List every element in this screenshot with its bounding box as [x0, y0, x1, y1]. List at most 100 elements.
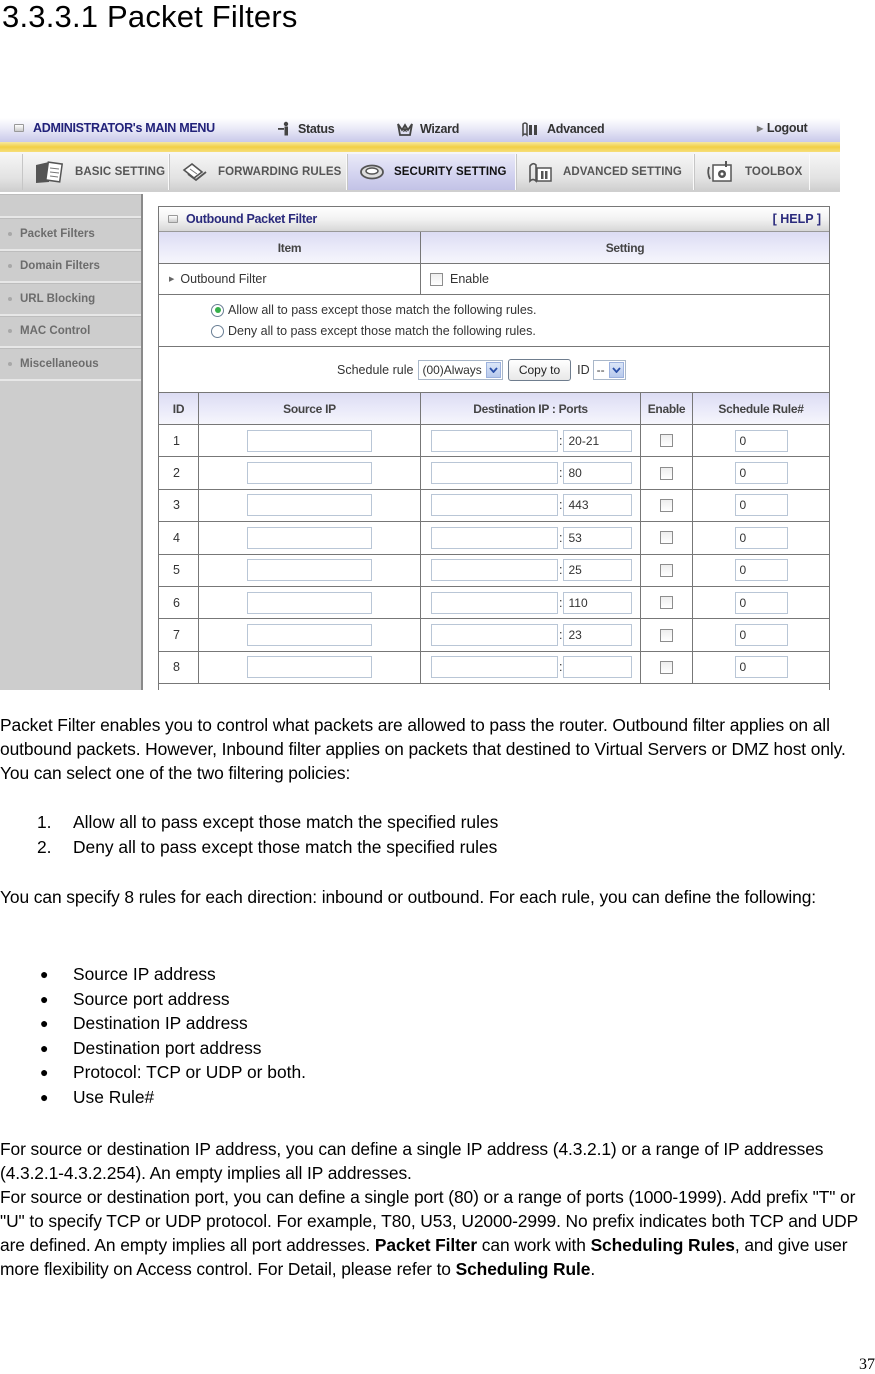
- policy-deny-radio[interactable]: [211, 324, 224, 338]
- port-separator: :: [559, 660, 563, 675]
- col-schedule: Schedule Rule#: [692, 393, 829, 424]
- col-setting: Setting: [420, 232, 829, 263]
- bullet-icon: ●: [40, 1039, 49, 1056]
- tab-basic-setting[interactable]: BASIC SETTING: [22, 154, 169, 190]
- bullet-icon: ●: [40, 1088, 49, 1105]
- port-separator: :: [559, 498, 563, 513]
- source-ip-input[interactable]: [247, 656, 372, 679]
- ip-paragraph: For source or destination IP address, yo…: [0, 1139, 824, 1183]
- enable-label: Enable: [450, 272, 489, 286]
- destination-port-input[interactable]: 80: [563, 462, 633, 485]
- destination-ip-input[interactable]: [431, 559, 558, 582]
- sidebar-item-mac-control[interactable]: MAC Control: [0, 315, 141, 348]
- chevron-down-icon: [485, 361, 501, 378]
- destination-port-input[interactable]: 20-21: [563, 429, 633, 452]
- destination-ip-input[interactable]: [431, 656, 558, 679]
- tab-forwarding-rules[interactable]: FORWARDING RULES: [169, 154, 347, 190]
- rule-id: 8: [173, 660, 180, 675]
- rules-intro-paragraph: You can specify 8 rules for each directi…: [0, 887, 817, 907]
- destination-port-input[interactable]: 443: [563, 494, 633, 517]
- destination-port-input[interactable]: 25: [563, 559, 633, 582]
- source-ip-input[interactable]: [247, 494, 372, 517]
- tab-toolbox[interactable]: TOOLBOX: [694, 154, 810, 190]
- destination-port-input[interactable]: [563, 656, 633, 679]
- status-link[interactable]: Status: [276, 121, 335, 137]
- logout-link[interactable]: ▶ Logout: [757, 121, 808, 135]
- destination-port-input[interactable]: 110: [563, 591, 633, 614]
- tab-advanced-setting[interactable]: ADVANCED SETTING: [516, 154, 694, 190]
- id-select[interactable]: --: [592, 359, 626, 380]
- id-label: ID: [577, 362, 590, 377]
- rule-id: 7: [173, 628, 180, 643]
- yellow-divider: [0, 142, 840, 152]
- sidebar-item-packet-filters[interactable]: Packet Filters: [0, 218, 141, 251]
- schedule-rule-input[interactable]: 0: [734, 559, 788, 582]
- list-item: ● Use Rule#: [0, 1085, 306, 1110]
- rule-id: 2: [173, 466, 180, 481]
- main-menu-title[interactable]: ADMINISTRATOR's MAIN MENU: [14, 121, 215, 135]
- schedule-rule-select[interactable]: (00)Always: [418, 359, 503, 380]
- source-ip-input[interactable]: [247, 624, 372, 647]
- policy-deny-option[interactable]: Deny all to pass except those match the …: [211, 321, 829, 342]
- schedule-rule-input[interactable]: 0: [734, 624, 788, 647]
- rule-enable-checkbox[interactable]: [660, 531, 673, 545]
- schedule-rule-input[interactable]: 0: [734, 591, 788, 614]
- destination-port-input[interactable]: 53: [563, 526, 633, 549]
- scheduling-rule-term: Scheduling Rule: [455, 1259, 591, 1279]
- bullet-icon: [8, 296, 12, 301]
- schedule-rule-input[interactable]: 0: [734, 494, 788, 517]
- source-ip-input[interactable]: [247, 429, 372, 452]
- sidebar-item-url-blocking[interactable]: URL Blocking: [0, 283, 141, 316]
- help-link[interactable]: [ HELP ]: [773, 212, 821, 226]
- wizard-link[interactable]: Wizard: [396, 121, 459, 137]
- advanced-link[interactable]: Advanced: [521, 121, 605, 137]
- tab-security-setting[interactable]: SECURITY SETTING: [347, 154, 516, 190]
- destination-ip-input[interactable]: [431, 526, 558, 549]
- schedule-rule-input[interactable]: 0: [734, 656, 788, 679]
- policy-list: 1. Allow all to pass except those match t…: [0, 810, 498, 859]
- destination-ip-input[interactable]: [431, 429, 558, 452]
- status-person-icon: [278, 121, 289, 136]
- rule-row: 5:25 0: [159, 554, 829, 587]
- rule-row: 7:23 0: [159, 619, 829, 652]
- source-ip-input[interactable]: [247, 559, 372, 582]
- schedule-rule-input[interactable]: 0: [734, 526, 788, 549]
- port-paragraph: For source or destination port, you can …: [0, 1187, 858, 1279]
- col-source-ip: Source IP: [198, 393, 420, 424]
- rule-enable-checkbox[interactable]: [660, 498, 673, 512]
- sidebar-item-miscellaneous[interactable]: Miscellaneous: [0, 348, 141, 381]
- copy-to-button[interactable]: Copy to: [507, 358, 572, 381]
- source-ip-input[interactable]: [247, 462, 372, 485]
- destination-ip-input[interactable]: [431, 591, 558, 614]
- chevron-down-icon: [608, 361, 624, 378]
- rule-enable-checkbox[interactable]: [660, 628, 673, 642]
- rules-table-header: ID Source IP Destination IP : Ports Enab…: [159, 393, 829, 425]
- col-item: Item: [277, 240, 302, 255]
- sidebar-spacer: [0, 194, 141, 218]
- schedule-rule-input[interactable]: 0: [734, 462, 788, 485]
- schedule-rule-input[interactable]: 0: [734, 429, 788, 452]
- policy-allow-radio[interactable]: [211, 303, 224, 317]
- panel-header: Outbound Packet Filter [ HELP ]: [159, 207, 829, 232]
- bullet-icon: ●: [40, 966, 49, 982]
- destination-ip-input[interactable]: [431, 462, 558, 485]
- destination-ip-input[interactable]: [431, 494, 558, 517]
- destination-port-input[interactable]: 23: [563, 624, 633, 647]
- source-ip-input[interactable]: [247, 591, 372, 614]
- schedule-rule-label: Schedule rule: [337, 362, 414, 377]
- rule-enable-checkbox[interactable]: [660, 466, 673, 480]
- rule-enable-checkbox[interactable]: [660, 563, 673, 577]
- enable-filter-checkbox[interactable]: [430, 272, 443, 286]
- sidebar-menu: Packet Filters Domain Filters URL Blocki…: [0, 194, 143, 690]
- rule-enable-checkbox[interactable]: [660, 434, 673, 448]
- destination-ip-input[interactable]: [431, 624, 558, 647]
- rule-enable-checkbox[interactable]: [660, 596, 673, 610]
- rule-enable-checkbox[interactable]: [660, 660, 673, 674]
- scheduling-rules-term: Scheduling Rules: [590, 1235, 735, 1255]
- main-tab-bar: BASIC SETTING FORWARDING RULES SECURITY …: [0, 152, 840, 192]
- port-separator: :: [559, 563, 563, 578]
- forwarding-icon: [182, 162, 207, 182]
- source-ip-input[interactable]: [247, 526, 372, 549]
- sidebar-item-domain-filters[interactable]: Domain Filters: [0, 250, 141, 283]
- policy-allow-option[interactable]: Allow all to pass except those match the…: [211, 300, 829, 321]
